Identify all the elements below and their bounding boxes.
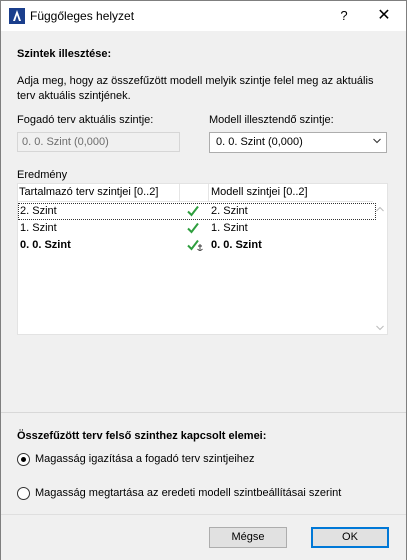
- model-level-selected: 0. 0. Szint (0,000): [216, 136, 303, 148]
- host-level-label: Fogadó terv aktuális szintje:: [17, 114, 154, 126]
- cancel-button[interactable]: Mégse: [209, 527, 287, 548]
- host-level-value: 0. 0. Szint (0,000): [22, 136, 109, 148]
- table-row[interactable]: 1. Szint 1. Szint: [18, 220, 376, 237]
- close-button[interactable]: ✕: [367, 3, 401, 29]
- column-divider: [179, 184, 180, 201]
- app-icon: [9, 8, 25, 24]
- dialog-window: Függőleges helyzet ? ✕ Szintek illesztés…: [0, 0, 407, 560]
- upper-level-heading: Összefűzött terv felső szinthez kapcsolt…: [17, 430, 267, 442]
- chevron-down-icon: [373, 138, 381, 144]
- radio-adjust-height-label[interactable]: Magasság igazítása a fogadó terv szintje…: [35, 453, 255, 465]
- model-level-cell: 1. Szint: [211, 222, 248, 234]
- title-bar: Függőleges helyzet ? ✕: [1, 1, 406, 31]
- check-anchor-icon: [187, 239, 203, 251]
- align-levels-heading: Szintek illesztése:: [17, 48, 112, 60]
- dialog-footer: Mégse OK: [1, 514, 406, 560]
- check-icon: [187, 205, 199, 217]
- column-host-levels[interactable]: Tartalmazó terv szintjei [0..2]: [19, 186, 158, 198]
- check-icon: [187, 222, 199, 234]
- align-description-line1: Adja meg, hogy az összefűzött modell mel…: [17, 75, 374, 87]
- column-model-levels[interactable]: Modell szintjei [0..2]: [211, 186, 308, 198]
- help-button[interactable]: ?: [329, 3, 359, 29]
- radio-adjust-height[interactable]: [17, 453, 30, 466]
- table-scrollbar[interactable]: [373, 201, 387, 334]
- scroll-down-icon[interactable]: [376, 325, 384, 331]
- host-level-field: 0. 0. Szint (0,000): [17, 132, 180, 152]
- radio-keep-height[interactable]: [17, 487, 30, 500]
- host-level-cell: 0. 0. Szint: [20, 239, 71, 251]
- ok-button[interactable]: OK: [311, 527, 389, 548]
- model-level-cell: 2. Szint: [211, 205, 248, 217]
- model-level-select[interactable]: 0. 0. Szint (0,000): [209, 132, 387, 153]
- model-level-cell: 0. 0. Szint: [211, 239, 262, 251]
- column-divider: [208, 184, 209, 201]
- result-table: Tartalmazó terv szintjei [0..2] Modell s…: [17, 183, 388, 335]
- result-label: Eredmény: [17, 169, 68, 181]
- section-divider: [1, 412, 406, 413]
- host-level-cell: 2. Szint: [20, 205, 57, 217]
- scroll-up-icon[interactable]: [376, 206, 384, 212]
- table-row[interactable]: 0. 0. Szint 0. 0. Szint: [18, 237, 376, 254]
- align-description-line2: terv aktuális szintjének.: [17, 90, 131, 102]
- model-level-label: Modell illesztendő szintje:: [209, 114, 334, 126]
- host-level-cell: 1. Szint: [20, 222, 57, 234]
- table-row[interactable]: 2. Szint 2. Szint: [18, 203, 376, 220]
- window-title: Függőleges helyzet: [30, 9, 135, 23]
- table-header: Tartalmazó terv szintjei [0..2] Modell s…: [18, 184, 373, 202]
- radio-keep-height-label[interactable]: Magasság megtartása az eredeti modell sz…: [35, 487, 341, 499]
- radio-selected-dot: [21, 457, 26, 462]
